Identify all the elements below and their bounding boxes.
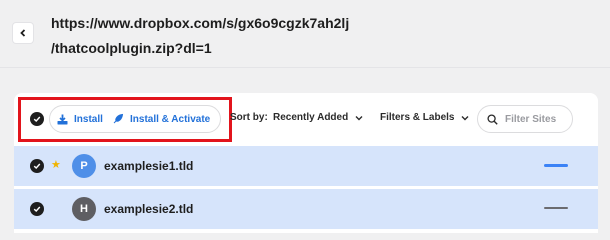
status-indicator — [544, 207, 568, 209]
search-input[interactable] — [505, 113, 569, 125]
star-icon[interactable]: ★ — [51, 158, 61, 172]
highlight-box — [18, 97, 232, 142]
site-row[interactable]: H examplesie2.tld — [14, 189, 598, 229]
site-checkbox[interactable] — [30, 202, 44, 216]
check-icon — [33, 163, 41, 169]
site-name[interactable]: examplesie1.tld — [104, 159, 193, 173]
sort-dropdown[interactable]: Recently Added — [273, 112, 363, 123]
sort-label: Sort by: — [230, 112, 268, 123]
filters-label: Filters & Labels — [380, 112, 455, 123]
sites-panel: Install Install & Activate Sort by: Rece… — [14, 93, 598, 233]
back-button[interactable] — [13, 23, 33, 43]
filters-dropdown[interactable]: Filters & Labels — [380, 112, 469, 123]
plugin-url: https://www.dropbox.com/s/gx6o9cgzk7ah2l… — [51, 11, 381, 61]
top-bar: https://www.dropbox.com/s/gx6o9cgzk7ah2l… — [0, 0, 610, 68]
sort-value: Recently Added — [273, 112, 349, 123]
site-checkbox[interactable] — [30, 159, 44, 173]
url-line-2: /thatcoolplugin.zip?dl=1 — [51, 40, 212, 56]
search-icon — [487, 113, 498, 125]
avatar: P — [72, 154, 96, 178]
chevron-left-icon — [20, 29, 26, 37]
url-line-1: https://www.dropbox.com/s/gx6o9cgzk7ah2l… — [51, 15, 350, 31]
toolbar: Install Install & Activate Sort by: Rece… — [14, 93, 598, 146]
status-indicator — [544, 164, 568, 167]
search-box — [477, 105, 573, 133]
site-name[interactable]: examplesie2.tld — [104, 202, 193, 216]
check-icon — [33, 206, 41, 212]
avatar: H — [72, 197, 96, 221]
site-row[interactable]: ★ P examplesie1.tld — [14, 146, 598, 186]
chevron-down-icon — [461, 115, 469, 120]
chevron-down-icon — [355, 115, 363, 120]
